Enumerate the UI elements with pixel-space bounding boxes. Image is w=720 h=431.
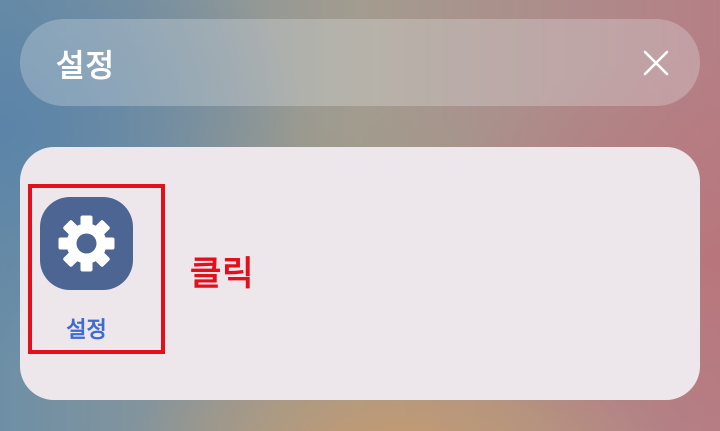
search-bar[interactable]: 설정 <box>20 19 700 106</box>
highlight-box <box>28 184 165 354</box>
close-icon[interactable] <box>642 49 670 77</box>
search-query[interactable]: 설정 <box>56 40 115 85</box>
click-annotation: 클릭 <box>190 254 255 294</box>
